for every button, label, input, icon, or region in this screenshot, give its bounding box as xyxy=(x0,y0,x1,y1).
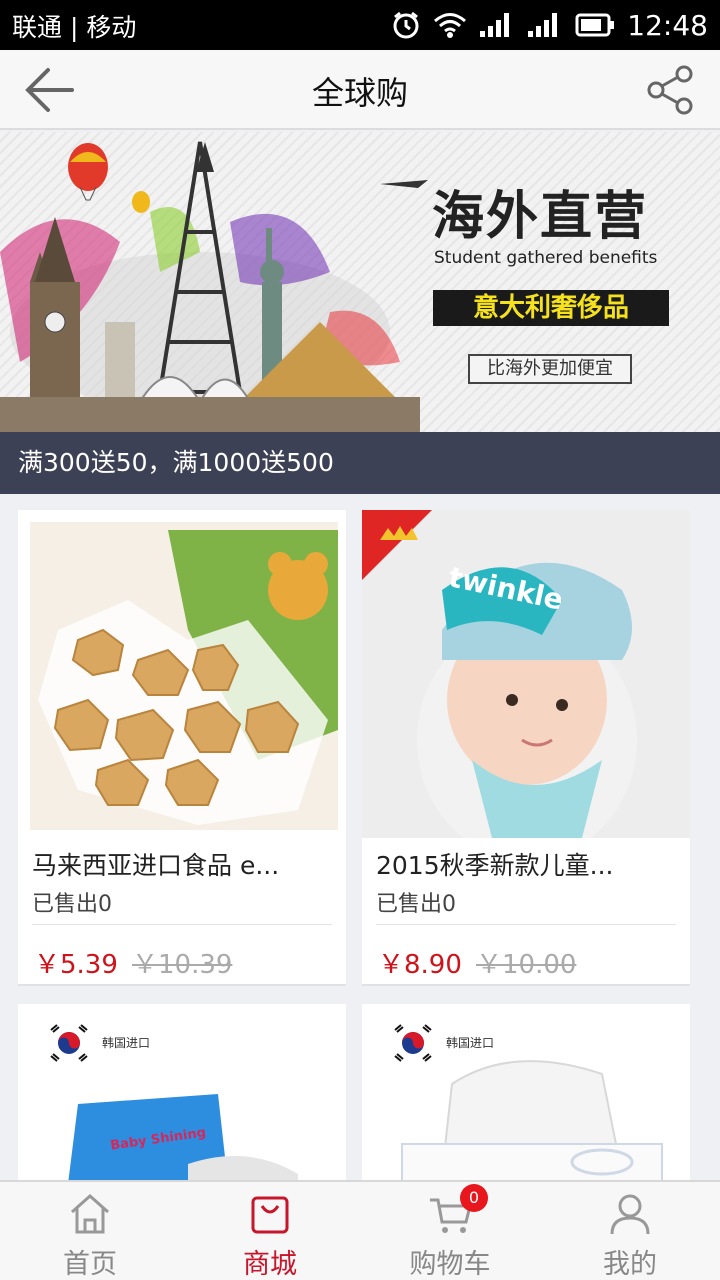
tab-label: 首页 xyxy=(63,1249,117,1280)
product-card[interactable]: 马来西亚进口食品 e... 已售出0 ￥5.39 ￥10.39 xyxy=(18,510,346,986)
status-icons: 12:48 xyxy=(391,5,708,45)
tab-label: 商城 xyxy=(243,1249,297,1280)
korea-flag-icon xyxy=(48,1022,90,1064)
banner-title: 海外直营 xyxy=(432,186,649,247)
korea-flag-icon xyxy=(392,1022,434,1064)
alarm-icon xyxy=(393,11,419,39)
wifi-icon xyxy=(434,13,467,38)
product-image xyxy=(18,510,346,838)
tab-me[interactable]: 我的 xyxy=(540,1182,720,1280)
tab-mall[interactable]: 商城 xyxy=(180,1182,360,1280)
product-sold: 已售出0 xyxy=(376,892,456,917)
origin-label: 韩国进口 xyxy=(446,1036,495,1050)
tab-label: 购物车 xyxy=(409,1249,491,1280)
top-bar: 全球购 xyxy=(0,50,720,130)
tab-label: 我的 xyxy=(603,1249,657,1280)
product-original-price: ￥10.39 xyxy=(132,950,233,980)
banner-button[interactable]: 比海外更加便宜 xyxy=(468,354,632,384)
app: 联通 | 移动 12:48 全球购 海外直营 Student gathered … xyxy=(0,0,720,1280)
product-sold: 已售出0 xyxy=(32,892,112,917)
battery-icon xyxy=(575,13,615,37)
banner-subtitle: Student gathered benefits xyxy=(434,248,658,268)
product-name: 马来西亚进口食品 e... xyxy=(32,851,280,880)
product-image: twinkle xyxy=(362,510,690,838)
product-price: ￥5.39 xyxy=(34,950,118,980)
status-bar: 联通 | 移动 12:48 xyxy=(0,0,720,50)
product-card[interactable]: 韩国进口 Baby Shining xyxy=(18,1004,346,1184)
share-icon[interactable] xyxy=(644,64,696,116)
biscuits-image xyxy=(18,510,346,838)
promo-banner[interactable]: 海外直营 Student gathered benefits 意大利奢侈品 比海… xyxy=(0,132,720,432)
product-card[interactable]: 韩国进口 xyxy=(362,1004,690,1184)
signal-icon xyxy=(480,13,510,37)
page-title: 全球购 xyxy=(311,74,408,112)
divider xyxy=(32,924,332,925)
carrier-label: 联通 | 移动 xyxy=(12,13,137,42)
tab-cart[interactable]: 0 购物车 xyxy=(360,1182,540,1280)
cart-badge: 0 xyxy=(460,1184,488,1212)
tab-home[interactable]: 首页 xyxy=(0,1182,180,1280)
shopping-bag-icon xyxy=(251,1196,289,1234)
product-price: ￥8.90 xyxy=(378,950,462,980)
signal-icon-2 xyxy=(528,13,558,37)
clock: 12:48 xyxy=(627,8,708,42)
home-icon xyxy=(71,1193,109,1234)
banner-tag: 意大利奢侈品 xyxy=(433,290,669,326)
package-label: Baby Shining xyxy=(109,1125,207,1154)
product-card[interactable]: twinkle 2015秋季新款儿童... 已售出0 ￥8.90 ￥10.00 xyxy=(362,510,690,986)
product-name: 2015秋季新款儿童... xyxy=(376,851,614,880)
origin-label: 韩国进口 xyxy=(102,1036,151,1050)
user-icon xyxy=(610,1194,650,1235)
product-original-price: ￥10.00 xyxy=(476,950,577,980)
promo-bar: 满300送50，满1000送500 xyxy=(0,432,720,494)
baby-hat-image xyxy=(362,510,690,838)
divider xyxy=(376,924,676,925)
bottom-tab-bar: 首页 商城 0 购物车 我的 xyxy=(0,1180,720,1280)
